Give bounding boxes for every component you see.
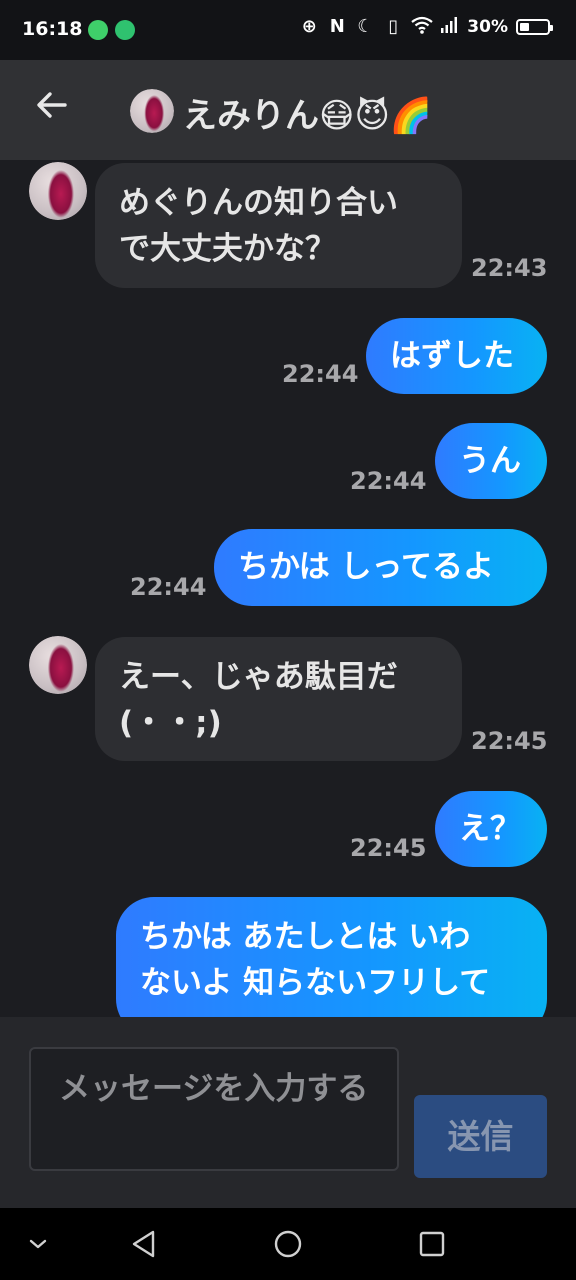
back-triangle-icon[interactable]: [126, 1226, 162, 1262]
battery-icon: [516, 19, 553, 35]
status-time: 16:18: [22, 18, 83, 40]
sender-avatar[interactable]: [29, 636, 87, 694]
sent-message[interactable]: え？: [435, 791, 547, 867]
received-message[interactable]: めぐりんの知り合い で大丈夫かな？: [95, 163, 462, 288]
message-input[interactable]: メッセージを入力する: [29, 1047, 399, 1171]
contact-avatar[interactable]: [130, 89, 174, 133]
sent-message[interactable]: うん: [435, 423, 547, 499]
navigation-bar: [0, 1208, 576, 1280]
message-timestamp: 22:45: [471, 727, 548, 755]
line-icon: [88, 20, 108, 40]
recent-apps-icon[interactable]: [414, 1226, 450, 1262]
nfc-icon: N: [329, 16, 345, 37]
signal-icon: [439, 16, 459, 38]
sent-message[interactable]: ちかは しってるよ: [214, 529, 547, 606]
home-circle-icon[interactable]: [270, 1226, 306, 1262]
message-text-line: で大丈夫かな？: [119, 231, 336, 267]
message-list[interactable]: めぐりんの知り合い で大丈夫かな？ 22:43 22:44 はずした 22:44…: [0, 160, 576, 1017]
message-text-line: うん: [459, 443, 521, 479]
sender-avatar[interactable]: [29, 162, 87, 220]
chat-app-icon: [115, 20, 135, 40]
message-text-line: ちかは しってるよ: [238, 549, 495, 585]
contact-name: えみりん😷😈🌈: [183, 96, 433, 136]
battery-percent: 30%: [467, 17, 508, 37]
message-text-line: ないよ 知らないフリして: [140, 965, 491, 1001]
composer-bar: メッセージを入力する 送信: [0, 1017, 576, 1208]
message-text-line: えー、じゃあ駄目だ: [119, 659, 398, 695]
vibrate-icon: ▯: [388, 16, 399, 37]
message-timestamp: 22:44: [130, 573, 207, 601]
message-text-line: (・・;): [119, 705, 222, 741]
message-text-line: ちかは あたしとは いわ: [140, 919, 471, 955]
message-text-line: はずした: [390, 338, 514, 374]
status-bar: 16:18 ⊕ N ☾ ▯ 30%: [0, 0, 576, 60]
message-text-line: めぐりんの知り合い: [119, 185, 398, 221]
message-timestamp: 22:44: [282, 360, 359, 388]
message-timestamp: 22:45: [350, 834, 427, 862]
send-button[interactable]: 送信: [414, 1095, 547, 1178]
received-message[interactable]: えー、じゃあ駄目だ (・・;): [95, 637, 462, 761]
message-timestamp: 22:44: [350, 467, 427, 495]
sent-message[interactable]: ちかは あたしとは いわ ないよ 知らないフリして: [116, 897, 547, 1017]
hide-keyboard-icon[interactable]: [20, 1226, 56, 1262]
message-timestamp: 22:43: [471, 254, 548, 282]
wifi-icon: [411, 16, 433, 38]
data-saver-icon: ⊕: [301, 16, 317, 37]
moon-icon: ☾: [357, 16, 374, 37]
message-text-line: え？: [459, 811, 521, 847]
back-arrow-icon[interactable]: [30, 88, 74, 132]
chat-header: えみりん😷😈🌈: [0, 60, 576, 160]
sent-message[interactable]: はずした: [366, 318, 547, 394]
